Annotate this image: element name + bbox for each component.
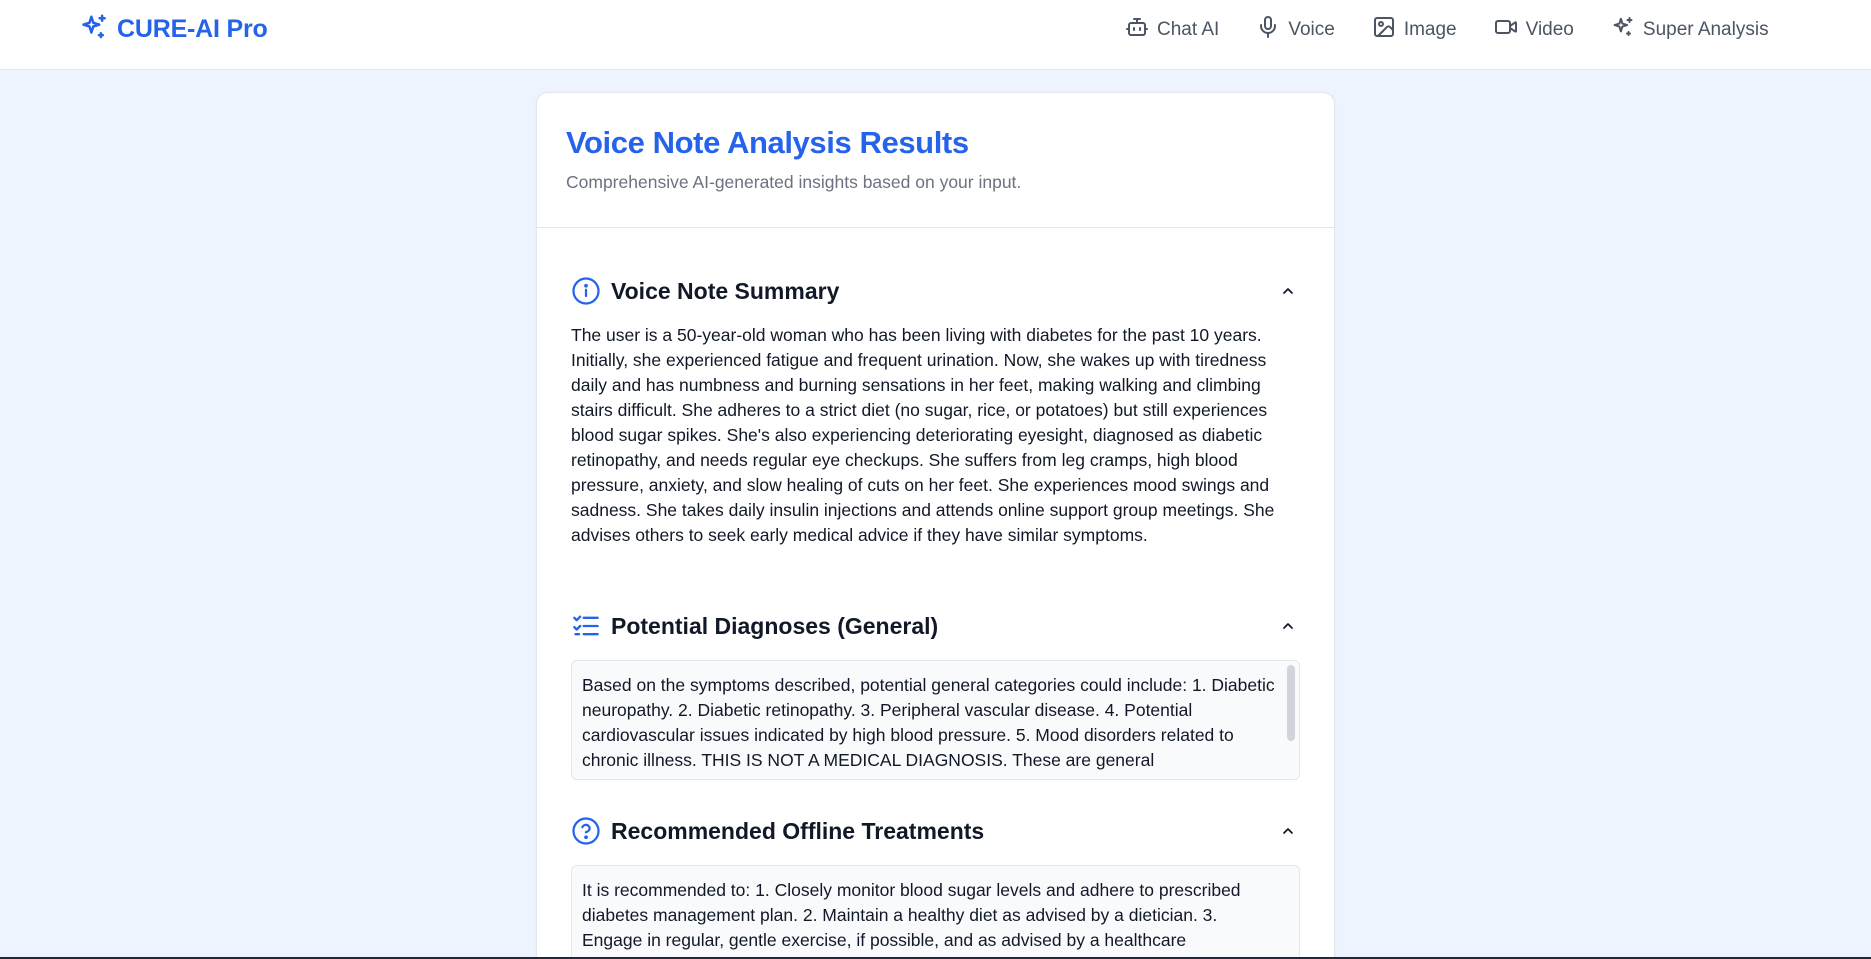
section-title: Recommended Offline Treatments	[611, 817, 985, 844]
list-checks-icon	[571, 611, 601, 641]
nav-item-label: Video	[1525, 19, 1574, 40]
nav-item-chat-ai[interactable]: Chat AI	[1125, 15, 1219, 45]
summary-section-toggle[interactable]: Voice Note Summary	[571, 274, 1300, 308]
nav-item-label: Chat AI	[1157, 19, 1220, 40]
sparkles-icon	[1611, 15, 1635, 45]
results-card: Voice Note Analysis Results Comprehensiv…	[536, 92, 1335, 959]
scrollbar-thumb[interactable]	[1287, 665, 1295, 741]
diagnoses-section: Potential Diagnoses (General) Based on t…	[571, 609, 1300, 780]
section-title: Voice Note Summary	[611, 277, 840, 304]
summary-text: The user is a 50-year-old woman who has …	[571, 325, 1275, 545]
main-nav: Chat AI Voice Image Video Super Analysis	[1125, 14, 1769, 46]
results-header: Voice Note Analysis Results Comprehensiv…	[537, 93, 1334, 228]
microphone-icon	[1256, 15, 1280, 45]
nav-item-label: Voice	[1288, 19, 1335, 40]
video-camera-icon	[1494, 15, 1518, 45]
treatments-text: It is recommended to: 1. Closely monitor…	[582, 880, 1241, 959]
brand-name: CURE-AI Pro	[117, 14, 268, 43]
brand-logo-link[interactable]: CURE-AI Pro	[79, 14, 268, 44]
page-title: Voice Note Analysis Results	[566, 125, 969, 160]
image-icon	[1372, 15, 1396, 45]
section-title: Potential Diagnoses (General)	[611, 612, 939, 639]
nav-item-label: Super Analysis	[1642, 19, 1769, 40]
summary-section: Voice Note Summary The user is a 50-year…	[571, 274, 1300, 548]
diagnoses-section-toggle[interactable]: Potential Diagnoses (General)	[571, 609, 1300, 643]
top-navbar: CURE-AI Pro Chat AI Voice Image Video Su…	[0, 0, 1871, 70]
nav-item-label: Image	[1403, 19, 1457, 40]
info-circle-icon	[571, 276, 601, 306]
chevron-up-icon[interactable]	[1278, 616, 1298, 636]
nav-item-voice[interactable]: Voice	[1256, 15, 1335, 45]
nav-item-image[interactable]: Image	[1372, 15, 1457, 45]
sparkles-icon	[79, 12, 109, 47]
nav-item-super-analysis[interactable]: Super Analysis	[1611, 15, 1769, 45]
diagnoses-text: Based on the symptoms described, potenti…	[582, 675, 1275, 770]
question-circle-icon	[571, 816, 601, 846]
treatments-section: Recommended Offline Treatments It is rec…	[571, 814, 1300, 959]
treatments-section-toggle[interactable]: Recommended Offline Treatments	[571, 814, 1300, 848]
diagnoses-scroll-box[interactable]: Based on the symptoms described, potenti…	[571, 660, 1300, 780]
treatments-scroll-box[interactable]: It is recommended to: 1. Closely monitor…	[571, 865, 1300, 959]
chevron-up-icon[interactable]	[1278, 281, 1298, 301]
chevron-up-icon[interactable]	[1278, 821, 1298, 841]
bot-icon	[1125, 15, 1149, 45]
nav-item-video[interactable]: Video	[1494, 15, 1574, 45]
page-subtitle: Comprehensive AI-generated insights base…	[566, 172, 1022, 192]
